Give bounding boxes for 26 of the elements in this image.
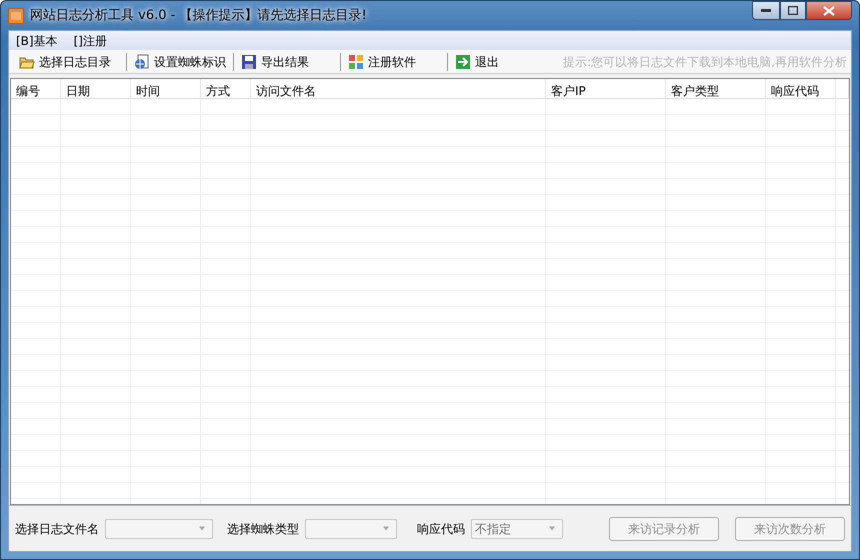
menu-item[interactable]: []注册: [72, 32, 108, 50]
caret-icon: [198, 526, 206, 531]
toolbar-button[interactable]: 设置蜘蛛标识: [130, 50, 230, 72]
minimize-icon: [761, 9, 771, 12]
four-squares-icon: [348, 54, 364, 70]
minimize-button[interactable]: [752, 1, 780, 20]
filter-label: 选择蜘蛛类型: [227, 520, 299, 538]
close-icon: [823, 6, 835, 16]
arrow-icon: [455, 54, 471, 70]
caret-icon: [382, 526, 390, 531]
dropdown-value: 不指定: [475, 520, 511, 538]
caret-icon: [548, 526, 556, 531]
window-title: 网站日志分析工具 v6.0 - 【操作提示】请先选择日志目录!: [30, 6, 367, 25]
maximize-button[interactable]: [780, 1, 806, 20]
hint-text: 提示:您可以将日志文件下载到本地电脑,再用软件分析: [563, 54, 848, 70]
toolbar-button[interactable]: 退出: [451, 50, 507, 72]
document-globe-icon: [134, 54, 150, 70]
toolbar-button[interactable]: 选择日志目录: [15, 50, 123, 72]
filter-label: 选择日志文件名: [15, 520, 99, 538]
menu-item[interactable]: [B]基本: [15, 32, 59, 50]
toolbar-button[interactable]: 注册软件: [344, 50, 444, 72]
filter-label: 响应代码: [417, 520, 465, 538]
toolbar-button[interactable]: 导出结果: [237, 50, 337, 72]
close-button[interactable]: [806, 1, 852, 20]
app-icon: [8, 8, 24, 24]
maximize-icon: [788, 6, 798, 15]
